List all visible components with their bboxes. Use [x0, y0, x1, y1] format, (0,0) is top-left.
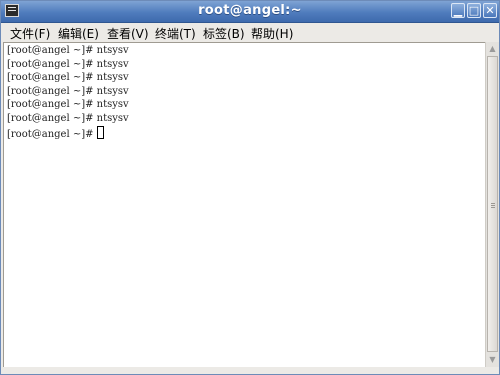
prompt-line: [root@angel ~]# — [7, 126, 104, 140]
menu-bar: 文件(F) 编辑(E) 查看(V) 终端(T) 标签(B) 帮助(H) — [1, 23, 499, 42]
terminal-line: [root@angel ~]# ntsysv — [7, 59, 129, 70]
maximize-button[interactable]: □ — [467, 3, 481, 18]
window-title: root@angel:~ — [198, 3, 302, 18]
menu-view[interactable]: 查看(V) — [107, 25, 149, 42]
scroll-down-icon[interactable]: ▼ — [487, 354, 498, 366]
window-bottom-edge — [1, 367, 499, 374]
prompt-text: [root@angel ~]# — [7, 129, 94, 140]
grip-icon — [491, 203, 495, 204]
terminal-window: root@angel:~ ▁ □ ✕ 文件(F) 编辑(E) 查看(V) 终端(… — [0, 0, 500, 375]
menu-terminal[interactable]: 终端(T) — [155, 25, 196, 42]
scroll-up-icon[interactable]: ▲ — [487, 43, 498, 55]
terminal-line: [root@angel ~]# ntsysv — [7, 113, 129, 124]
scrollbar-thumb[interactable] — [487, 56, 498, 352]
title-bar[interactable]: root@angel:~ ▁ □ ✕ — [1, 1, 499, 23]
terminal-line: [root@angel ~]# ntsysv — [7, 99, 129, 110]
menu-help[interactable]: 帮助(H) — [251, 25, 293, 42]
terminal-line: [root@angel ~]# ntsysv — [7, 72, 129, 83]
menu-edit[interactable]: 编辑(E) — [58, 25, 99, 42]
terminal-output[interactable]: [root@angel ~]# ntsysv [root@angel ~]# n… — [3, 42, 485, 368]
menu-tabs[interactable]: 标签(B) — [203, 25, 245, 42]
terminal-line: [root@angel ~]# ntsysv — [7, 45, 129, 56]
terminal-line: [root@angel ~]# ntsysv — [7, 86, 129, 97]
menu-file[interactable]: 文件(F) — [10, 25, 50, 42]
close-button[interactable]: ✕ — [483, 3, 497, 18]
minimize-button[interactable]: ▁ — [451, 3, 465, 18]
vertical-scrollbar[interactable]: ▲ ▼ — [485, 42, 499, 367]
text-cursor — [96, 126, 104, 139]
